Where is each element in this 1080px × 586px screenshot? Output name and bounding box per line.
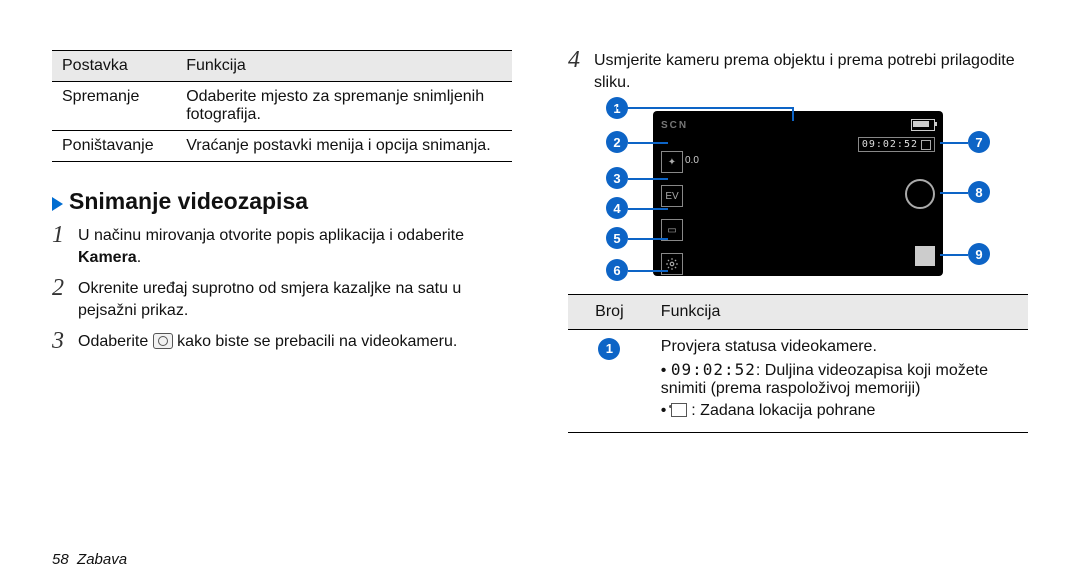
device-screen: SCN 09:02:52 ✦ EV ▭ [653, 111, 943, 276]
flash-icon: ✦ [661, 151, 683, 173]
camcorder-diagram: SCN 09:02:52 ✦ EV ▭ [588, 111, 1008, 276]
storage-location-icon [671, 403, 687, 417]
record-time-box: 09:02:52 [858, 137, 935, 152]
step-2: 2 Okrenite uređaj suprotno od smjera kaz… [52, 278, 512, 321]
callout-9: 9 [968, 243, 990, 265]
chevron-right-icon [52, 197, 63, 211]
callout-3: 3 [606, 167, 628, 189]
battery-icon [911, 119, 935, 131]
callout-4: 4 [606, 197, 628, 219]
scene-mode-label: SCN [661, 120, 688, 131]
th-funkcija: Funkcija [176, 51, 512, 82]
settings-table: Postavka Funkcija Spremanje Odaberite mj… [52, 50, 512, 162]
bullet-time: 09:02:52: Duljina videozapisa koji možet… [661, 360, 1018, 398]
steps-list-cont: 4 Usmjerite kameru prema objektu i prema… [568, 50, 1028, 103]
callout-2: 2 [606, 131, 628, 153]
table-row: 1 Provjera statusa videokamere. 09:02:52… [568, 330, 1028, 433]
storage-icon [921, 140, 931, 150]
section-heading: Snimanje videozapisa [52, 188, 512, 215]
callout-8: 8 [968, 181, 990, 203]
table-row: Spremanje Odaberite mjesto za spremanje … [52, 82, 512, 131]
callout-6: 6 [606, 259, 628, 281]
callout-7: 7 [968, 131, 990, 153]
step-1: 1 U načinu mirovanja otvorite popis apli… [52, 225, 512, 268]
exposure-icon: EV [661, 185, 683, 207]
step-3: 3 Odaberite kako biste se prebacili na v… [52, 331, 512, 353]
th-funkcija2: Funkcija [651, 295, 1028, 330]
mode-toggle-icon [905, 179, 935, 209]
page-footer: 58 Zabava [52, 551, 127, 568]
table-row: Poništavanje Vraćanje postavki menija i … [52, 131, 512, 162]
bullet-storage: : Zadana lokacija pohrane [661, 402, 1018, 420]
camera-icon [153, 333, 173, 349]
record-button-icon [915, 246, 935, 266]
step-4: 4 Usmjerite kameru prema objektu i prema… [568, 50, 1028, 93]
row1-title: Provjera statusa videokamere. [661, 338, 877, 355]
row-badge-1: 1 [598, 338, 620, 360]
th-postavka: Postavka [52, 51, 176, 82]
callout-table: Broj Funkcija 1 Provjera statusa videoka… [568, 294, 1028, 433]
ev-value: 0.0 [685, 155, 699, 166]
th-broj: Broj [568, 295, 651, 330]
steps-list: 1 U načinu mirovanja otvorite popis apli… [52, 225, 512, 363]
callout-5: 5 [606, 227, 628, 249]
